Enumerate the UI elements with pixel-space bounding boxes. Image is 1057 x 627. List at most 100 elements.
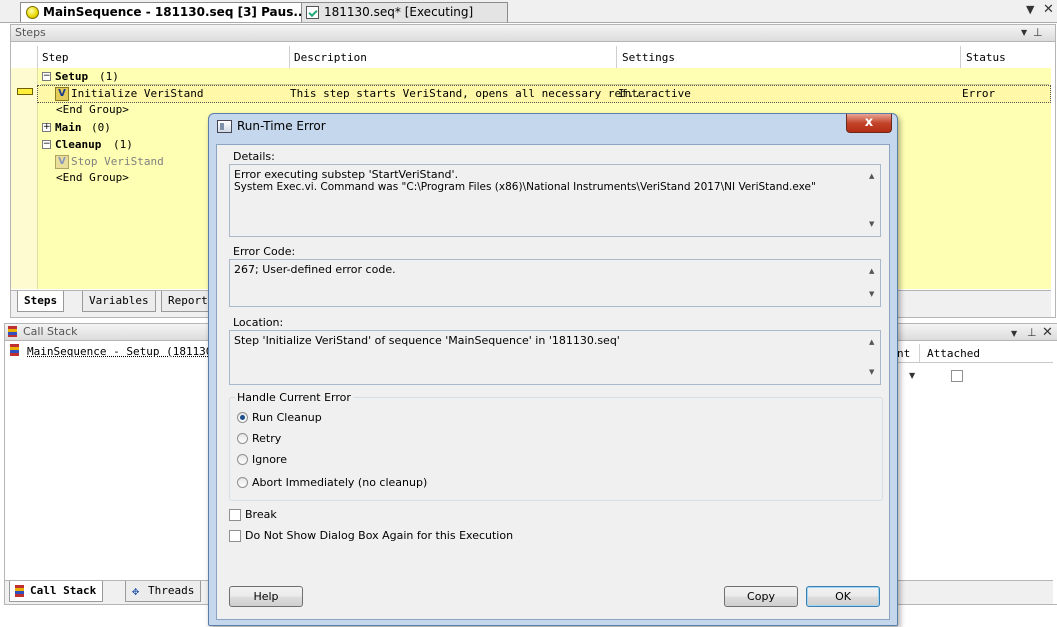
call-stack-pin-icon[interactable]: ⊥: [1027, 326, 1037, 339]
ignore-label: Ignore: [252, 453, 287, 466]
group-cleanup-count: (1): [113, 138, 133, 151]
tab-steps[interactable]: Steps: [17, 291, 65, 312]
steps-panel-pin-icon[interactable]: ⊥: [1033, 26, 1043, 39]
location-scrollbar[interactable]: ▲ ▼: [865, 331, 880, 384]
tab-threads[interactable]: ✥ Threads: [125, 581, 202, 602]
tab-main-sequence[interactable]: MainSequence - 181130.seq [3] Paus...: [20, 2, 320, 22]
call-stack-menu-icon[interactable]: ▼: [1011, 329, 1017, 338]
details-line-2: System Exec.vi. Command was "C:\Program …: [234, 181, 816, 193]
dialog-title: Run-Time Error: [237, 119, 326, 133]
column-settings[interactable]: Settings: [622, 51, 675, 64]
steps-panel-menu-icon[interactable]: ▼: [1021, 28, 1027, 37]
error-code-textbox[interactable]: 267; User-defined error code. ▲ ▼: [229, 259, 881, 307]
column-status[interactable]: Status: [966, 51, 1006, 64]
tab-call-stack[interactable]: Call Stack: [9, 581, 104, 602]
group-setup-count: (1): [99, 70, 119, 83]
thread-dropdown-icon[interactable]: ▼: [909, 371, 915, 380]
details-line-1: Error executing substep 'StartVeriStand'…: [234, 168, 459, 181]
copy-button[interactable]: Copy: [724, 586, 798, 607]
error-code-scrollbar[interactable]: ▲ ▼: [865, 260, 880, 306]
details-label: Details:: [233, 150, 275, 163]
help-button[interactable]: Help: [229, 586, 303, 607]
tab-list-dropdown-icon[interactable]: ▼: [1026, 3, 1034, 16]
dialog-body: Details: Error executing substep 'StartV…: [216, 144, 890, 620]
scroll-down-icon[interactable]: ▼: [869, 218, 874, 231]
call-stack-frame-icon: [10, 344, 19, 356]
ok-button[interactable]: OK: [806, 586, 880, 607]
scroll-up-icon[interactable]: ▲: [869, 336, 874, 349]
document-tab-bar: MainSequence - 181130.seq [3] Paus... 18…: [0, 0, 1057, 23]
location-label: Location:: [233, 316, 284, 329]
run-cleanup-label: Run Cleanup: [252, 411, 322, 424]
option-abort-immediately[interactable]: Abort Immediately (no cleanup): [237, 476, 537, 490]
expand-icon[interactable]: +: [42, 123, 51, 132]
step-initialize-settings: Interactive: [618, 87, 691, 100]
scroll-up-icon[interactable]: ▲: [869, 170, 874, 183]
ignore-radio[interactable]: [237, 454, 248, 465]
close-document-icon[interactable]: ✕: [1043, 2, 1054, 17]
tab-sequence-file-label: 181130.seq* [Executing]: [324, 5, 474, 19]
dont-show-label: Do Not Show Dialog Box Again for this Ex…: [245, 529, 514, 542]
abort-label: Abort Immediately (no cleanup): [252, 476, 428, 489]
handle-error-group-label: Handle Current Error: [235, 391, 353, 404]
group-main-name: Main: [55, 121, 82, 134]
details-scrollbar[interactable]: ▲ ▼: [865, 165, 880, 236]
dont-show-option[interactable]: Do Not Show Dialog Box Again for this Ex…: [229, 529, 629, 543]
scroll-down-icon[interactable]: ▼: [869, 366, 874, 379]
column-step[interactable]: Step: [42, 51, 69, 64]
retry-label: Retry: [252, 432, 282, 445]
break-checkbox[interactable]: [229, 509, 241, 521]
collapse-icon[interactable]: −: [42, 140, 51, 149]
steps-column-header: Step Description Settings Status: [11, 46, 1051, 69]
abort-radio[interactable]: [237, 477, 248, 488]
call-stack-tab-icon: [15, 585, 24, 597]
tab-sequence-file[interactable]: 181130.seq* [Executing]: [301, 2, 508, 22]
tab-main-sequence-label: MainSequence - 181130.seq [3] Paus...: [43, 5, 308, 19]
location-textbox[interactable]: Step 'Initialize VeriStand' of sequence …: [229, 330, 881, 385]
break-option[interactable]: Break: [229, 508, 429, 522]
sequence-file-icon: [306, 6, 319, 19]
tab-variables[interactable]: Variables: [82, 291, 156, 312]
group-main-count: (0): [91, 121, 111, 134]
step-stop-name: Stop VeriStand: [71, 155, 164, 168]
column-fragment: nt: [897, 347, 911, 360]
tab-threads-label: Threads: [148, 584, 195, 597]
paused-bulb-icon: [26, 6, 39, 19]
veristand-step-icon: V: [55, 155, 69, 169]
scroll-down-icon[interactable]: ▼: [869, 288, 874, 301]
call-stack-row[interactable]: MainSequence - Setup (181130.s: [27, 345, 226, 358]
option-retry[interactable]: Retry: [237, 432, 437, 446]
group-setup-name: Setup: [55, 70, 89, 83]
retry-radio[interactable]: [237, 433, 248, 444]
run-time-error-dialog: Run-Time Error x Details: Error executin…: [208, 113, 898, 626]
execution-gutter: [11, 68, 38, 289]
collapse-icon[interactable]: −: [42, 72, 51, 81]
call-stack-close-icon[interactable]: ✕: [1042, 325, 1053, 340]
tab-call-stack-label: Call Stack: [30, 584, 97, 597]
run-cleanup-radio[interactable]: [237, 412, 248, 423]
attached-checkbox[interactable]: [951, 370, 963, 382]
step-initialize-status: Error: [962, 87, 996, 100]
column-description[interactable]: Description: [294, 51, 367, 64]
dont-show-checkbox[interactable]: [229, 530, 241, 542]
execution-pointer-icon: [17, 88, 33, 95]
column-attached: Attached: [927, 347, 980, 360]
dialog-close-button[interactable]: x: [846, 114, 892, 133]
threads-column-header: nt Attached: [897, 344, 1053, 363]
steps-panel-title: Steps: [15, 26, 46, 39]
option-ignore[interactable]: Ignore: [237, 453, 437, 467]
break-label: Break: [245, 508, 277, 521]
steps-panel-header: Steps: [11, 25, 1055, 42]
details-textbox[interactable]: Error executing substep 'StartVeriStand'…: [229, 164, 881, 237]
threads-icon: ✥: [132, 584, 140, 598]
end-group-cleanup[interactable]: <End Group>: [56, 171, 129, 184]
end-group-setup[interactable]: <End Group>: [56, 103, 129, 116]
scroll-up-icon[interactable]: ▲: [869, 265, 874, 278]
group-cleanup-name: Cleanup: [55, 138, 102, 151]
group-setup-row[interactable]: − Setup (1): [41, 69, 1049, 85]
option-run-cleanup[interactable]: Run Cleanup: [237, 411, 437, 425]
error-code-value: 267; User-defined error code.: [234, 263, 396, 276]
tab-report[interactable]: Report: [161, 291, 215, 312]
step-initialize-description: This step starts VeriStand, opens all ne…: [290, 87, 648, 100]
step-row-initialize-veristand[interactable]: V Initialize VeriStand This step starts …: [37, 85, 1051, 103]
